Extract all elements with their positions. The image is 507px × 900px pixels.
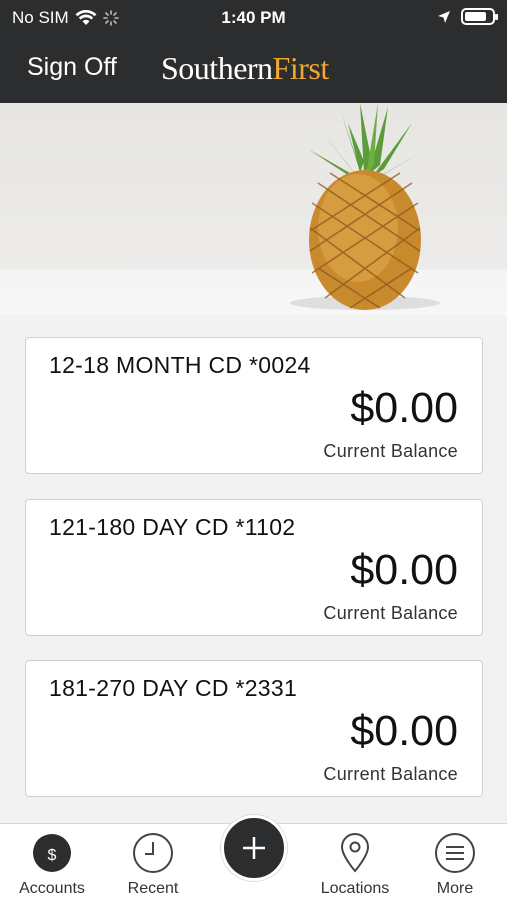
svg-text:$: $ <box>48 847 57 864</box>
account-name: 121-180 DAY CD *1102 <box>49 514 296 540</box>
clock-icon <box>133 833 173 873</box>
tab-label: Accounts <box>19 880 85 897</box>
add-button[interactable] <box>221 815 287 881</box>
logo-text-southern: Southern <box>161 50 273 86</box>
tab-locations[interactable]: Locations <box>305 824 405 900</box>
tab-accounts[interactable]: $ Accounts <box>2 824 102 900</box>
dollar-icon: $ <box>33 834 71 872</box>
tab-more[interactable]: More <box>405 824 505 900</box>
balance-label: Current Balance <box>323 441 458 461</box>
balance-label: Current Balance <box>323 603 458 623</box>
sign-off-button[interactable]: Sign Off <box>27 53 117 82</box>
location-arrow-icon <box>438 10 450 23</box>
account-name: 181-270 DAY CD *2331 <box>49 675 298 701</box>
balance-label: Current Balance <box>323 764 458 784</box>
status-bar: No SIM 1:40 PM <box>0 0 507 36</box>
account-balance: $0.00 <box>350 546 458 594</box>
plus-icon <box>243 837 265 859</box>
menu-icon <box>435 833 475 873</box>
status-time: 1:40 PM <box>221 8 286 27</box>
pineapple-illustration <box>290 103 440 310</box>
logo-text-first: First <box>272 50 330 86</box>
tab-recent[interactable]: Recent <box>103 824 203 900</box>
battery-fill <box>465 12 486 21</box>
account-name: 12-18 MONTH CD *0024 <box>49 352 311 378</box>
status-right <box>437 8 498 25</box>
account-card[interactable]: 12-18 MONTH CD *0024 $0.00 Current Balan… <box>25 337 483 474</box>
battery-icon <box>461 8 498 25</box>
account-balance: $0.00 <box>350 384 458 432</box>
account-balance: $0.00 <box>350 707 458 755</box>
account-card[interactable]: 121-180 DAY CD *1102 $0.00 Current Balan… <box>25 499 483 636</box>
tab-label: Recent <box>127 880 179 897</box>
map-pin-icon <box>340 833 370 873</box>
app-header: Sign Off SouthernFirst <box>0 40 507 100</box>
southern-first-logo: SouthernFirst <box>161 50 329 87</box>
top-bar: No SIM 1:40 PM Sign Off SouthernFirst <box>0 0 507 103</box>
hero-pineapple-image <box>0 103 507 315</box>
tab-label: Locations <box>320 880 390 897</box>
tab-label: More <box>436 880 474 897</box>
account-card[interactable]: 181-270 DAY CD *2331 $0.00 Current Balan… <box>25 660 483 797</box>
